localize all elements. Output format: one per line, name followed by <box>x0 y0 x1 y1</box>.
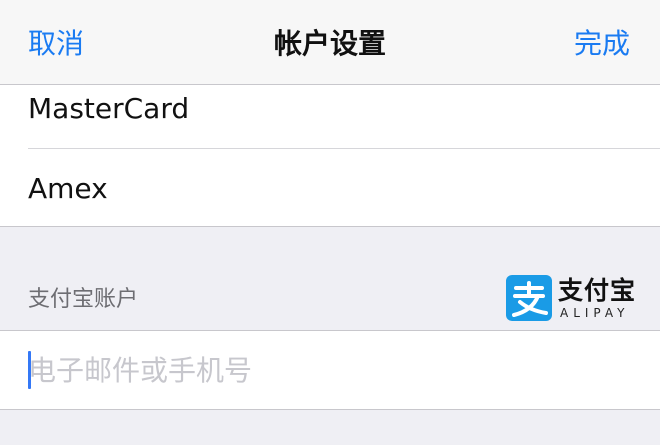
alipay-brand-name-en: ALIPAY <box>560 306 630 320</box>
alipay-brand-name-cn: 支付宝 <box>558 276 637 305</box>
navigation-bar: 取消 帐户设置 完成 <box>0 0 660 85</box>
list-item-label: MasterCard <box>28 92 190 125</box>
alipay-logo: 支付宝 ALIPAY <box>506 275 636 323</box>
text-cursor <box>28 351 31 389</box>
list-item-label: Amex <box>28 172 108 205</box>
alipay-account-input[interactable] <box>28 349 628 391</box>
list-item-amex[interactable]: Amex <box>0 149 660 219</box>
done-button[interactable]: 完成 <box>574 26 630 62</box>
page-title: 帐户设置 <box>273 27 386 60</box>
alipay-zhi-icon <box>506 275 552 321</box>
alipay-account-input-row <box>0 330 660 410</box>
list-item-mastercard[interactable]: MasterCard <box>0 85 660 155</box>
card-list: MasterCard Amex <box>0 85 660 227</box>
section-header-alipay: 支付宝账户 <box>28 287 139 312</box>
